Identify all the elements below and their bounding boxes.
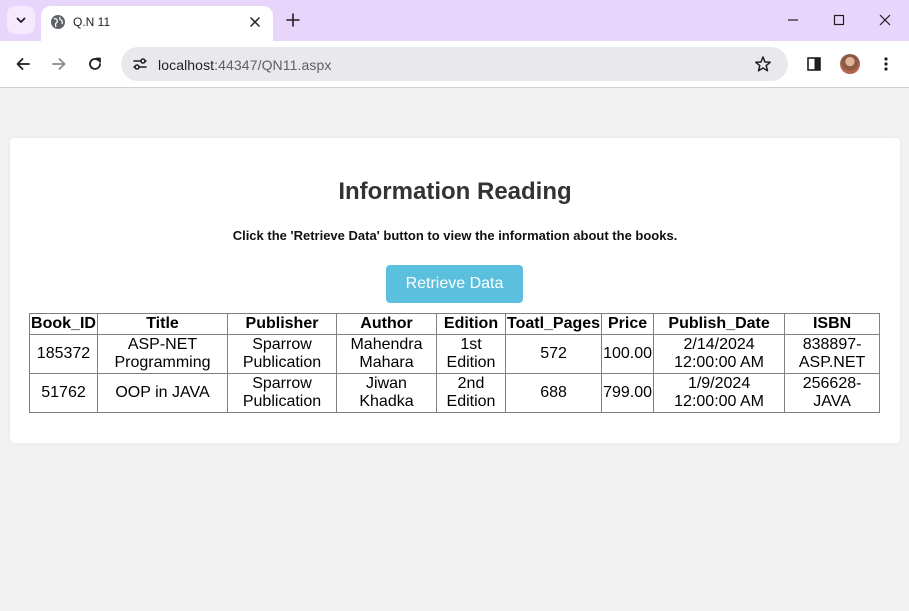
site-info-button[interactable] xyxy=(129,53,151,75)
header-publish-date: Publish_Date xyxy=(653,313,786,335)
forward-button[interactable] xyxy=(47,52,71,76)
cell-isbn: 838897-ASP.NET xyxy=(784,334,881,374)
table-header-row: Book_ID Title Publisher Author Edition T… xyxy=(29,313,881,335)
cell-publish-date: 2/14/2024 12:00:00 AM xyxy=(653,334,786,374)
address-bar[interactable]: localhost:44347/QN11.aspx xyxy=(121,47,788,81)
chevron-down-icon xyxy=(16,17,26,23)
globe-icon xyxy=(51,15,65,29)
arrow-right-icon xyxy=(52,58,66,70)
plus-icon xyxy=(286,13,300,27)
side-panel-icon xyxy=(807,57,821,71)
minimize-button[interactable] xyxy=(779,6,807,34)
header-book-id: Book_ID xyxy=(29,313,98,335)
more-vertical-icon xyxy=(884,57,888,71)
side-panel-button[interactable] xyxy=(802,52,826,76)
tune-icon xyxy=(133,58,147,70)
new-tab-button[interactable] xyxy=(282,9,304,31)
cell-author: Jiwan Khadka xyxy=(336,373,437,413)
header-publisher: Publisher xyxy=(227,313,337,335)
retrieve-data-button[interactable]: Retrieve Data xyxy=(386,265,523,303)
cell-book-id: 185372 xyxy=(29,334,98,374)
minimize-icon xyxy=(788,19,798,21)
cell-price: 799.00 xyxy=(601,373,655,413)
cell-isbn: 256628-JAVA xyxy=(784,373,881,413)
content-card: Information Reading Click the 'Retrieve … xyxy=(10,138,900,443)
cell-edition: 2nd Edition xyxy=(436,373,506,413)
header-price: Price xyxy=(601,313,655,335)
cell-publisher: Sparrow Publication xyxy=(227,334,337,374)
books-table: Book_ID Title Publisher Author Edition T… xyxy=(29,313,881,413)
cell-publish-date: 1/9/2024 12:00:00 AM xyxy=(653,373,786,413)
back-button[interactable] xyxy=(11,52,35,76)
cell-author: Mahendra Mahara xyxy=(336,334,437,374)
url-host: localhost xyxy=(158,57,215,73)
maximize-button[interactable] xyxy=(825,6,853,34)
cell-title: OOP in JAVA xyxy=(97,373,228,413)
reload-button[interactable] xyxy=(83,52,107,76)
browser-titlebar: Q.N 11 xyxy=(0,0,909,41)
maximize-icon xyxy=(833,14,845,26)
cell-total-pages: 688 xyxy=(504,373,603,413)
close-icon xyxy=(250,17,260,27)
browser-tab[interactable]: Q.N 11 xyxy=(41,6,273,41)
page-title: Information Reading xyxy=(338,178,572,205)
cell-publisher: Sparrow Publication xyxy=(227,373,337,413)
arrow-left-icon xyxy=(16,58,30,70)
bookmark-button[interactable] xyxy=(753,54,773,74)
header-total-pages: Toatl_Pages xyxy=(504,313,603,335)
cell-book-id: 51762 xyxy=(29,373,98,413)
close-icon xyxy=(879,14,891,26)
header-isbn: ISBN xyxy=(784,313,881,335)
instruction-text: Click the 'Retrieve Data' button to view… xyxy=(232,228,678,243)
tab-search-button[interactable] xyxy=(7,6,35,34)
table-row: 51762 OOP in JAVA Sparrow Publication Ji… xyxy=(29,373,881,413)
table-row: 185372 ASP-NET Programming Sparrow Publi… xyxy=(29,334,881,374)
cell-edition: 1st Edition xyxy=(436,334,506,374)
profile-avatar[interactable] xyxy=(840,54,860,74)
star-icon xyxy=(755,56,771,72)
browser-toolbar: localhost:44347/QN11.aspx xyxy=(0,41,909,88)
cell-price: 100.00 xyxy=(601,334,655,374)
header-author: Author xyxy=(336,313,437,335)
window-close-button[interactable] xyxy=(871,6,899,34)
url-text: localhost:44347/QN11.aspx xyxy=(158,57,331,73)
tab-close-button[interactable] xyxy=(246,13,264,31)
menu-button[interactable] xyxy=(874,52,898,76)
cell-title: ASP-NET Programming xyxy=(97,334,228,374)
header-title: Title xyxy=(97,313,228,335)
cell-total-pages: 572 xyxy=(504,334,603,374)
tab-title: Q.N 11 xyxy=(73,15,111,29)
reload-icon xyxy=(89,57,101,70)
header-edition: Edition xyxy=(436,313,506,335)
url-path: :44347/QN11.aspx xyxy=(214,57,332,73)
